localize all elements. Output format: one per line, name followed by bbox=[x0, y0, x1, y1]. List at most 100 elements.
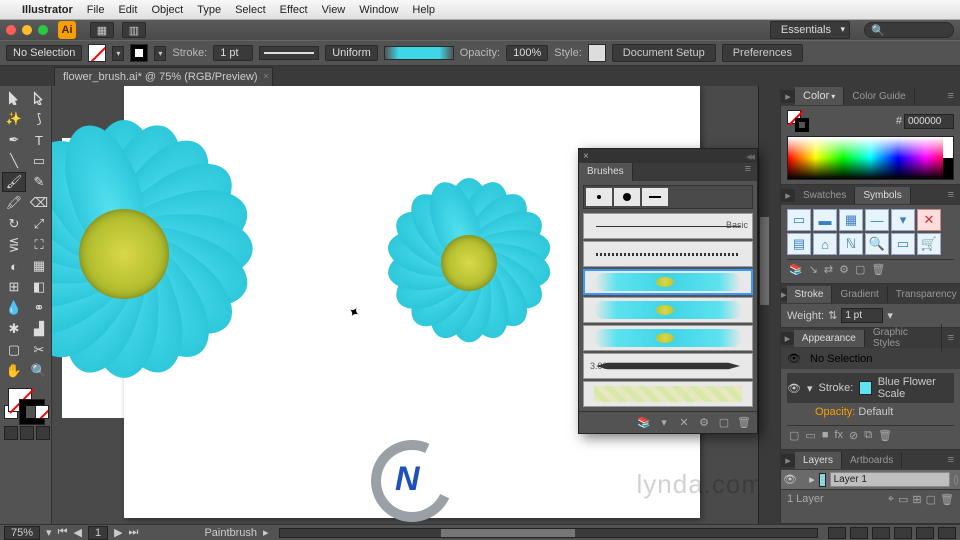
minimize-button[interactable] bbox=[22, 25, 32, 35]
tab-layers[interactable]: Layers bbox=[795, 452, 842, 469]
close-tab-icon[interactable]: × bbox=[263, 71, 268, 81]
line-tool[interactable]: ╲ bbox=[2, 151, 26, 171]
visibility-icon[interactable]: 👁 bbox=[783, 473, 797, 486]
tab-artboards[interactable]: Artboards bbox=[842, 452, 902, 469]
stroke-swatch[interactable] bbox=[130, 44, 148, 62]
menu-type[interactable]: Type bbox=[197, 4, 221, 16]
symbol-item[interactable]: 🛒 bbox=[917, 233, 941, 255]
direct-selection-tool[interactable] bbox=[27, 88, 51, 108]
delete-symbol-icon[interactable]: 🗑 bbox=[871, 263, 885, 276]
opacity-field[interactable]: 100% bbox=[506, 45, 548, 61]
search-field[interactable]: 🔍 bbox=[864, 22, 954, 38]
eraser-tool[interactable]: ⌫ bbox=[27, 193, 51, 213]
zoom-tool[interactable]: 🔍 bbox=[27, 361, 51, 381]
panel-menu-icon[interactable]: ≡ bbox=[739, 163, 757, 181]
free-transform-tool[interactable]: ⛶ bbox=[27, 235, 51, 255]
gradient-tool[interactable]: ◧ bbox=[27, 277, 51, 297]
draw-inside-icon[interactable] bbox=[36, 426, 50, 440]
paintbrush-tool[interactable]: 🖌 bbox=[2, 172, 26, 192]
last-artboard-icon[interactable]: ⏭ bbox=[129, 526, 139, 539]
type-tool[interactable]: T bbox=[27, 130, 51, 150]
stroke-options-icon[interactable]: ⚙ bbox=[697, 416, 711, 429]
delete-icon[interactable]: 🗑 bbox=[878, 429, 892, 442]
menu-view[interactable]: View bbox=[322, 4, 346, 16]
color-fill-stroke[interactable] bbox=[787, 110, 809, 132]
symbol-libraries-icon[interactable]: 📚 bbox=[789, 263, 803, 276]
collapse-icon[interactable]: ◂◂ bbox=[746, 150, 753, 163]
brush-flower-2[interactable] bbox=[583, 297, 753, 323]
shape-builder-tool[interactable]: ◐ bbox=[2, 256, 26, 276]
symbol-item[interactable]: 🔍 bbox=[865, 233, 889, 255]
brush-rough[interactable] bbox=[583, 241, 753, 267]
add-fill-icon[interactable]: ■ bbox=[822, 429, 829, 442]
menu-window[interactable]: Window bbox=[359, 4, 398, 16]
panel-dock-strip[interactable] bbox=[770, 86, 780, 524]
first-artboard-icon[interactable]: ⏮ bbox=[58, 526, 68, 539]
symbol-item[interactable]: ▤ bbox=[787, 233, 811, 255]
weight-stepper-icon[interactable]: ⇅ bbox=[828, 309, 837, 322]
fill-swatch[interactable] bbox=[88, 44, 106, 62]
preferences-button[interactable]: Preferences bbox=[722, 44, 803, 62]
tab-swatches[interactable]: Swatches bbox=[795, 187, 855, 204]
fill-dropdown[interactable]: ▾ bbox=[112, 46, 124, 61]
panel-menu-icon[interactable]: ≡ bbox=[942, 90, 960, 102]
add-stroke-icon[interactable]: ▭ bbox=[805, 429, 815, 442]
collapse-icon[interactable]: ▸ bbox=[781, 90, 795, 103]
brush-pattern[interactable] bbox=[583, 381, 753, 407]
tab-gradient[interactable]: Gradient bbox=[832, 286, 887, 303]
status-icon[interactable] bbox=[938, 527, 956, 539]
mesh-tool[interactable]: ⊞ bbox=[2, 277, 26, 297]
perspective-tool[interactable]: ▦ bbox=[27, 256, 51, 276]
slice-tool[interactable]: ✂ bbox=[27, 340, 51, 360]
close-button[interactable] bbox=[6, 25, 16, 35]
draw-behind-icon[interactable] bbox=[20, 426, 34, 440]
symbol-item[interactable]: — bbox=[865, 209, 889, 231]
zoom-dropdown-icon[interactable]: ▾ bbox=[46, 526, 52, 539]
collapse-icon[interactable]: ▸ bbox=[781, 189, 795, 202]
symbol-item[interactable]: ℕ bbox=[839, 233, 863, 255]
app-menu[interactable]: Illustrator bbox=[22, 4, 73, 16]
color-spectrum[interactable] bbox=[787, 136, 954, 180]
appearance-opacity-row[interactable]: Opacity: Default bbox=[787, 403, 954, 421]
panel-menu-icon[interactable]: ≡ bbox=[942, 332, 960, 344]
brush-definition[interactable] bbox=[384, 46, 454, 60]
lasso-tool[interactable]: ⟆ bbox=[27, 109, 51, 129]
graph-tool[interactable]: ▟ bbox=[27, 319, 51, 339]
artboard-nav-field[interactable]: 1 bbox=[88, 526, 108, 540]
selection-tool[interactable] bbox=[2, 88, 26, 108]
clear-icon[interactable]: ⊘ bbox=[849, 429, 858, 442]
brush-tip[interactable] bbox=[642, 188, 668, 206]
tab-color-guide[interactable]: Color Guide bbox=[844, 88, 914, 105]
zoom-button[interactable] bbox=[38, 25, 48, 35]
variable-width-profile[interactable] bbox=[259, 46, 319, 60]
magic-wand-tool[interactable]: ✨ bbox=[2, 109, 26, 129]
new-sublayer-icon[interactable]: ⊞ bbox=[912, 493, 921, 506]
scale-tool[interactable]: ⤢ bbox=[27, 214, 51, 234]
blob-brush-tool[interactable]: 🖍 bbox=[2, 193, 26, 213]
vertical-scrollbar[interactable] bbox=[758, 86, 770, 524]
symbol-options-icon[interactable]: ⚙ bbox=[839, 263, 849, 276]
width-tool[interactable]: ⋚ bbox=[2, 235, 26, 255]
brush-calligraphic[interactable]: 3.00 bbox=[583, 353, 753, 379]
libraries-menu-icon[interactable]: ▾ bbox=[657, 416, 671, 429]
new-symbol-icon[interactable]: ▢ bbox=[855, 263, 865, 276]
new-art-icon[interactable]: ▢ bbox=[789, 429, 799, 442]
tab-brushes[interactable]: Brushes bbox=[579, 163, 633, 181]
appearance-stroke-row[interactable]: 👁 ▾ Stroke: Blue Flower Scale bbox=[787, 373, 954, 403]
panel-menu-icon[interactable]: ≡ bbox=[942, 189, 960, 201]
delete-brush-icon[interactable]: 🗑 bbox=[737, 416, 751, 429]
symbol-break-link[interactable]: ✕ bbox=[917, 209, 941, 231]
stroke-dash-field[interactable]: Uniform bbox=[325, 45, 378, 61]
collapse-icon[interactable]: ▸ bbox=[781, 332, 794, 345]
menu-edit[interactable]: Edit bbox=[118, 4, 137, 16]
symbol-item[interactable]: ▬ bbox=[813, 209, 837, 231]
menu-effect[interactable]: Effect bbox=[280, 4, 308, 16]
menu-help[interactable]: Help bbox=[412, 4, 435, 16]
status-icon[interactable] bbox=[850, 527, 868, 539]
place-symbol-icon[interactable]: ↘ bbox=[809, 263, 818, 276]
pen-tool[interactable]: ✒ bbox=[2, 130, 26, 150]
new-brush-icon[interactable]: ▢ bbox=[717, 416, 731, 429]
tab-graphic-styles[interactable]: Graphic Styles bbox=[865, 324, 942, 352]
pencil-tool[interactable]: ✎ bbox=[27, 172, 51, 192]
collapse-icon[interactable]: ▸ bbox=[781, 454, 795, 467]
